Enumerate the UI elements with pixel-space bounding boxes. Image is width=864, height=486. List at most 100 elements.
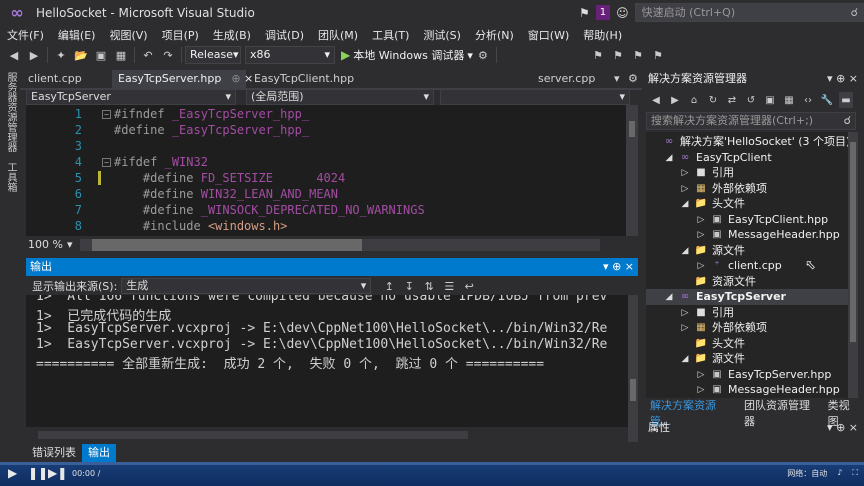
collapse-arrow-icon[interactable]: ▷ xyxy=(680,320,690,336)
show-all-files-icon[interactable]: ▦ xyxy=(782,92,796,108)
output-vertical-scrollbar[interactable] xyxy=(628,295,638,442)
editor-vertical-scrollbar[interactable] xyxy=(626,105,638,236)
notification-flag-icon[interactable]: ⚑ xyxy=(579,6,590,20)
feedback-icon[interactable]: ☺ xyxy=(616,6,629,20)
expand-arrow-icon[interactable]: ◢ xyxy=(664,150,674,166)
chevron-down-icon[interactable]: ▾ xyxy=(67,238,73,251)
network-label[interactable]: 网络：自动 xyxy=(787,468,827,479)
scrollbar-thumb[interactable] xyxy=(630,379,636,401)
menu-item[interactable]: 帮助(H) xyxy=(576,27,629,43)
configuration-select[interactable]: Release ▾ xyxy=(185,46,241,64)
tree-item[interactable]: ▷ ▦ 外部依赖项 xyxy=(646,320,848,336)
member-select[interactable]: (全局范围) ▾ xyxy=(246,89,434,105)
tree-item[interactable]: ▷ ▣ EasyTcpServer.hpp xyxy=(646,367,848,383)
volume-icon[interactable]: ♪ xyxy=(837,468,842,479)
code-line[interactable]: 5 #define FD_SETSIZE 4024 xyxy=(26,171,626,187)
refresh-icon[interactable]: ↺ xyxy=(744,92,758,108)
code-line[interactable]: 3 xyxy=(26,139,626,155)
toolbox-tab[interactable]: 工具箱 xyxy=(3,162,18,192)
bookmark-icon[interactable]: ⚑ xyxy=(590,47,606,63)
attach-process-icon[interactable]: ⚙ xyxy=(475,47,491,63)
undo-icon[interactable]: ↶ xyxy=(140,47,156,63)
tab-output[interactable]: 输出 xyxy=(82,444,116,462)
expand-arrow-icon[interactable]: ◢ xyxy=(680,351,690,367)
collapse-arrow-icon[interactable]: ▷ xyxy=(680,181,690,197)
tab-easytcpclient-hpp[interactable]: EasyTcpClient.hpp xyxy=(248,70,360,88)
find-message-icon[interactable]: ⇅ xyxy=(421,278,437,294)
collapse-arrow-icon[interactable]: ▷ xyxy=(696,382,706,398)
code-line[interactable]: 6 #define WIN32_LEAN_AND_MEAN xyxy=(26,187,626,203)
code-line[interactable]: 1 − #ifndef _EasyTcpServer_hpp_ xyxy=(26,107,626,123)
pin-icon[interactable]: ⊕ xyxy=(231,72,240,85)
settings-icon[interactable]: ⚙ xyxy=(626,70,640,88)
close-icon[interactable]: × xyxy=(625,260,634,273)
home-icon[interactable]: ⌂ xyxy=(687,92,701,108)
menu-item[interactable]: 窗口(W) xyxy=(521,27,576,43)
tree-item[interactable]: ▷ ■ 引用 xyxy=(646,165,848,181)
scrollbar-thumb[interactable] xyxy=(38,431,468,439)
menu-item[interactable]: 测试(S) xyxy=(416,27,468,43)
tree-item[interactable]: ◢ 📁 头文件 xyxy=(646,196,848,212)
code-editor[interactable]: 1− #ifndef _EasyTcpServer_hpp_ 2 #define _E… xyxy=(26,105,626,236)
chevron-down-icon[interactable]: ▾ xyxy=(827,72,833,85)
clear-all-icon[interactable]: ☰ xyxy=(441,278,457,294)
start-debugging-button[interactable]: ▶ 本地 Windows 调试器 ▾ xyxy=(341,47,473,63)
tree-item[interactable]: ◢ 📁 源文件 xyxy=(646,351,848,367)
tree-item[interactable]: ▷ ▣ MessageHeader.hpp xyxy=(646,382,848,398)
platform-select[interactable]: x86 ▾ xyxy=(245,46,335,64)
play-icon[interactable]: ▶ xyxy=(8,466,17,480)
menu-item[interactable]: 文件(F) xyxy=(0,27,51,43)
tab-easytcpserver-hpp[interactable]: EasyTcpServer.hpp ⊕ × xyxy=(112,70,253,88)
chevron-down-icon[interactable]: ▾ xyxy=(827,421,833,434)
properties-wrench-icon[interactable]: 🔧 xyxy=(820,92,834,108)
prev-bookmark-icon[interactable]: ⚑ xyxy=(610,47,626,63)
code-line[interactable]: 4 − #ifdef _WIN32 xyxy=(26,155,626,171)
pause-icon[interactable]: ❚❚ xyxy=(28,466,48,480)
tab-overflow-icon[interactable]: ▾ xyxy=(612,70,622,88)
tab-server-cpp[interactable]: server.cpp xyxy=(532,70,601,88)
code-line[interactable]: 2 #define _EasyTcpServer_hpp_ xyxy=(26,123,626,139)
pin-icon[interactable]: ⊕ xyxy=(836,72,845,85)
next-message-icon[interactable]: ↧ xyxy=(401,278,417,294)
collapse-arrow-icon[interactable]: ▷ xyxy=(696,227,706,243)
menu-item[interactable]: 调试(D) xyxy=(258,27,311,43)
menu-item[interactable]: 分析(N) xyxy=(468,27,521,43)
clear-bookmarks-icon[interactable]: ⚑ xyxy=(650,47,666,63)
scrollbar-thumb[interactable] xyxy=(629,121,635,137)
tree-item[interactable]: ▷ ▦ 外部依赖项 xyxy=(646,181,848,197)
view-code-icon[interactable]: ‹› xyxy=(801,92,815,108)
code-line[interactable]: 7 #define _WINSOCK_DEPRECATED_NO_WARNING… xyxy=(26,203,626,219)
tab-class-view[interactable]: 类视图 xyxy=(824,398,864,428)
new-project-icon[interactable]: ✦ xyxy=(53,47,69,63)
scope-select[interactable]: EasyTcpServer ▾ xyxy=(26,89,236,105)
tree-item[interactable]: ▷ ▣ MessageHeader.hpp xyxy=(646,227,848,243)
code-line[interactable]: 8 #include <windows.h> xyxy=(26,219,626,235)
scrollbar-thumb[interactable] xyxy=(850,142,856,342)
redo-icon[interactable]: ↷ xyxy=(160,47,176,63)
output-source-select[interactable]: 生成 ▾ xyxy=(121,278,372,294)
open-file-icon[interactable]: 📂 xyxy=(73,47,89,63)
menu-item[interactable]: 编辑(E) xyxy=(51,27,103,43)
close-icon[interactable]: × xyxy=(849,421,858,434)
tree-item[interactable]: ▷ ▣ EasyTcpClient.hpp xyxy=(646,212,848,228)
tab-client-cpp[interactable]: client.cpp xyxy=(22,70,88,88)
output-horizontal-scrollbar[interactable] xyxy=(26,428,628,442)
collapse-arrow-icon[interactable]: ▷ xyxy=(696,212,706,228)
menu-item[interactable]: 生成(B) xyxy=(206,27,258,43)
preview-selected-icon[interactable]: ▬ xyxy=(839,92,853,108)
quick-launch-input[interactable]: 快速启动 (Ctrl+Q) xyxy=(634,3,864,22)
menu-item[interactable]: 团队(M) xyxy=(311,27,365,43)
notification-badge[interactable]: 1 xyxy=(595,5,611,20)
expand-arrow-icon[interactable]: ◢ xyxy=(680,196,690,212)
pending-changes-icon[interactable]: ↻ xyxy=(706,92,720,108)
expand-arrow-icon[interactable]: ◢ xyxy=(680,243,690,259)
menu-item[interactable]: 项目(P) xyxy=(155,27,206,43)
next-bookmark-icon[interactable]: ⚑ xyxy=(630,47,646,63)
next-icon[interactable]: ▶❚ xyxy=(48,466,67,480)
tab-solution-explorer[interactable]: 解决方案资源管... xyxy=(646,398,740,428)
pin-icon[interactable]: ⊕ xyxy=(612,260,621,273)
tree-item[interactable]: ▷ ⁺ client.cpp xyxy=(646,258,848,274)
collapse-arrow-icon[interactable]: ▷ xyxy=(680,165,690,181)
tree-item[interactable]: ◢ 📁 源文件 xyxy=(646,243,848,259)
fold-toggle-icon[interactable]: − xyxy=(102,158,111,167)
